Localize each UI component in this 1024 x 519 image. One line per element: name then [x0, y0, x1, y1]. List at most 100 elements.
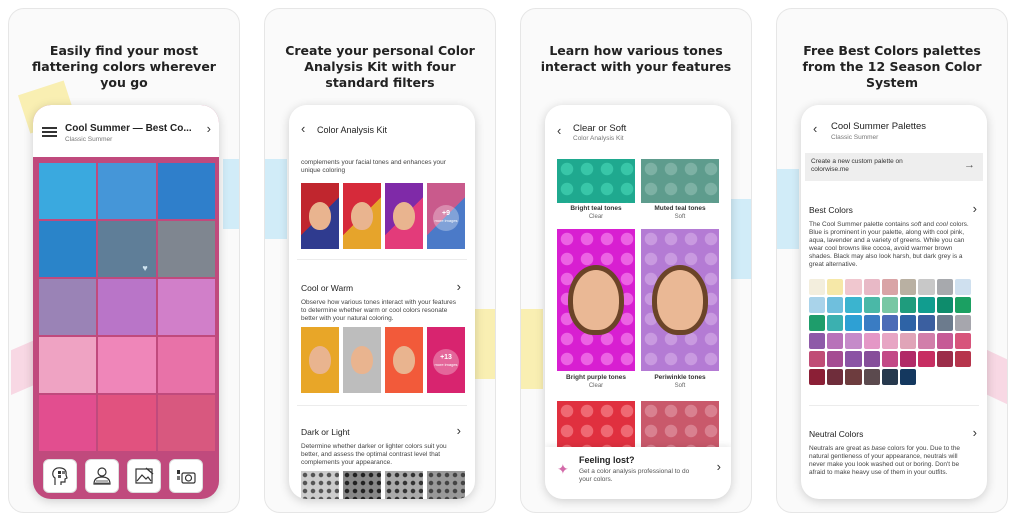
chevron-right-icon[interactable]: › — [717, 459, 721, 474]
filter-thumbnail-more[interactable]: +13 more images — [427, 327, 465, 393]
section-title[interactable]: Neutral Colors — [809, 429, 863, 439]
palette-swatch[interactable] — [900, 369, 917, 385]
camera-icon[interactable] — [169, 459, 203, 493]
palette-swatch[interactable] — [827, 333, 844, 349]
filter-thumbnail[interactable] — [343, 183, 381, 249]
color-swatch[interactable] — [39, 279, 97, 335]
palette-swatch[interactable] — [809, 351, 826, 367]
palette-swatch[interactable] — [809, 315, 826, 331]
palette-swatch[interactable] — [845, 315, 862, 331]
palette-swatch[interactable] — [809, 333, 826, 349]
palette-swatch[interactable] — [845, 351, 862, 367]
color-swatch[interactable] — [98, 337, 156, 393]
back-arrow-icon[interactable]: ‹ — [813, 121, 817, 136]
filter-thumbnail[interactable] — [385, 327, 423, 393]
chevron-right-icon[interactable]: › — [207, 121, 211, 136]
best-colors-palette[interactable] — [809, 279, 971, 385]
filter-thumbnail[interactable] — [301, 183, 339, 249]
palette-swatch[interactable] — [845, 297, 862, 313]
palette-swatch[interactable] — [827, 351, 844, 367]
palette-swatch[interactable] — [954, 279, 971, 295]
palette-swatch[interactable] — [827, 315, 844, 331]
palette-swatch[interactable] — [900, 297, 917, 313]
palette-face-icon[interactable] — [43, 459, 77, 493]
palette-swatch[interactable] — [900, 279, 917, 295]
color-swatch[interactable]: ♥ — [98, 221, 156, 277]
palette-swatch[interactable] — [809, 279, 826, 295]
palette-swatch[interactable] — [936, 279, 953, 295]
palette-swatch[interactable] — [954, 315, 971, 331]
palette-swatch[interactable] — [827, 297, 844, 313]
feeling-lost-banner[interactable]: ✦ Feeling lost? Get a color analysis pro… — [545, 447, 731, 499]
filter-thumbnail[interactable] — [385, 471, 423, 499]
section-title[interactable]: Dark or Light — [301, 427, 350, 437]
chevron-right-icon[interactable]: › — [973, 425, 977, 440]
tone-tile[interactable] — [641, 229, 719, 371]
tone-tile[interactable] — [557, 229, 635, 371]
color-swatch[interactable] — [157, 279, 215, 335]
palette-swatch[interactable] — [809, 297, 826, 313]
filter-thumbnail[interactable] — [385, 183, 423, 249]
palette-swatch[interactable] — [845, 333, 862, 349]
chevron-right-icon[interactable]: › — [457, 279, 461, 294]
palette-swatch[interactable] — [827, 369, 844, 385]
palette-swatch[interactable] — [954, 351, 971, 367]
color-swatch[interactable] — [39, 337, 97, 393]
palette-swatch[interactable] — [881, 279, 899, 295]
tone-tile[interactable] — [557, 159, 635, 203]
menu-icon[interactable] — [42, 127, 57, 137]
palette-swatch[interactable] — [936, 333, 953, 349]
color-swatch[interactable] — [98, 395, 156, 451]
palette-swatch[interactable] — [863, 297, 880, 313]
palette-swatch[interactable] — [881, 351, 899, 367]
color-swatch[interactable] — [157, 221, 215, 277]
palette-swatch[interactable] — [863, 333, 880, 349]
color-swatch[interactable] — [39, 221, 97, 277]
color-swatch[interactable] — [39, 395, 97, 451]
color-swatch[interactable] — [98, 163, 156, 219]
palette-swatch[interactable] — [863, 351, 880, 367]
person-icon[interactable] — [85, 459, 119, 493]
filter-thumbnail-more[interactable]: +9 more images — [427, 183, 465, 249]
back-arrow-icon[interactable]: ‹ — [301, 121, 305, 136]
palette-swatch[interactable] — [809, 369, 826, 385]
section-title[interactable]: Best Colors — [809, 205, 853, 215]
palette-swatch[interactable] — [881, 369, 899, 385]
palette-swatch[interactable] — [863, 279, 880, 295]
palette-swatch[interactable] — [881, 297, 899, 313]
palette-swatch[interactable] — [881, 315, 899, 331]
back-arrow-icon[interactable]: ‹ — [557, 123, 561, 138]
palette-swatch[interactable] — [900, 351, 917, 367]
palette-swatch[interactable] — [918, 297, 935, 313]
tone-tile[interactable] — [641, 159, 719, 203]
color-swatch[interactable] — [98, 279, 156, 335]
palette-swatch[interactable] — [936, 351, 953, 367]
palette-swatch[interactable] — [863, 369, 880, 385]
palette-swatch[interactable] — [936, 297, 953, 313]
palette-swatch[interactable] — [954, 333, 971, 349]
palette-swatch[interactable] — [918, 351, 935, 367]
chevron-right-icon[interactable]: › — [457, 423, 461, 438]
color-swatch[interactable] — [39, 163, 97, 219]
palette-swatch[interactable] — [900, 333, 917, 349]
arrow-right-icon[interactable]: → — [964, 159, 975, 171]
palette-swatch[interactable] — [881, 333, 899, 349]
palette-swatch[interactable] — [827, 279, 844, 295]
filter-thumbnail[interactable] — [427, 471, 465, 499]
filter-thumbnail[interactable] — [301, 327, 339, 393]
filter-thumbnail[interactable] — [343, 471, 381, 499]
chevron-right-icon[interactable]: › — [973, 201, 977, 216]
palette-swatch[interactable] — [845, 369, 862, 385]
palette-swatch[interactable] — [918, 279, 935, 295]
palette-swatch[interactable] — [863, 315, 880, 331]
filter-thumbnail[interactable] — [343, 327, 381, 393]
palette-swatch[interactable] — [918, 333, 935, 349]
tone-tile[interactable] — [641, 401, 719, 449]
palette-swatch[interactable] — [918, 315, 935, 331]
filter-thumbnail[interactable] — [301, 471, 339, 499]
color-swatch[interactable] — [157, 395, 215, 451]
color-swatch[interactable] — [157, 163, 215, 219]
heart-icon[interactable]: ♥ — [142, 263, 147, 273]
create-palette-row[interactable]: Create a new custom palette on colorwise… — [805, 153, 983, 181]
color-swatch[interactable] — [157, 337, 215, 393]
